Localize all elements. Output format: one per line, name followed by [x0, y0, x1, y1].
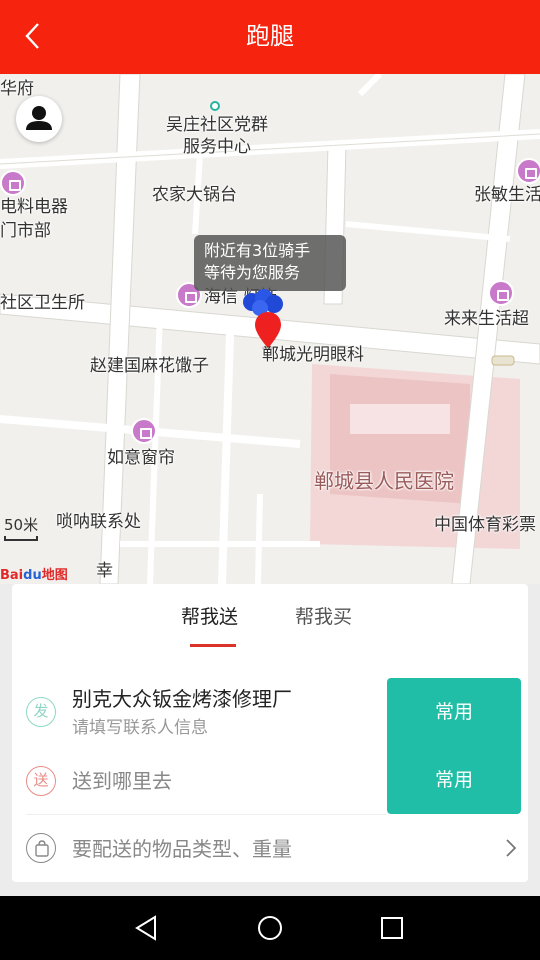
map-label-wuzhuang: 吴庄社区党群服务中心: [166, 115, 268, 157]
nav-home-icon[interactable]: [254, 912, 286, 944]
shop-poi-icon[interactable]: [488, 280, 514, 306]
tab-send-for-me[interactable]: 帮我送: [181, 604, 238, 630]
chevron-right-icon[interactable]: [504, 837, 518, 859]
map-label-dianliao: 电料电器: [0, 197, 68, 217]
goods-type-weight-input[interactable]: 要配送的物品类型、重量: [72, 836, 292, 862]
tooltip-line-1: 附近有3位骑手: [204, 241, 311, 260]
shop-poi-icon[interactable]: [131, 418, 157, 444]
active-tab-indicator: [190, 644, 236, 647]
page-title: 跑腿: [246, 22, 294, 50]
person-icon: [26, 106, 52, 130]
sender-badge-icon: 发: [26, 697, 56, 727]
nav-recents-icon[interactable]: [376, 912, 408, 944]
map-label-zhangmin: 张敏生活: [474, 185, 540, 205]
map-view[interactable]: 华府 吴庄社区党群服务中心 农家大锅台 张敏生活 电料电器 门市部 社区卫生所 …: [0, 74, 540, 584]
shop-poi-icon[interactable]: [516, 158, 540, 184]
shop-poi-icon[interactable]: [0, 170, 26, 196]
riders-tooltip: 附近有3位骑手 等待为您服务: [194, 235, 346, 291]
row-divider: [26, 814, 386, 815]
map-label-menshibu: 门市部: [0, 221, 51, 241]
bag-icon: [26, 833, 56, 863]
order-panel: 帮我送 帮我买 发 别克大众钣金烤漆修理厂 请填写联系人信息 常用 送 送到哪里…: [12, 584, 528, 882]
map-scale-label: 50米: [4, 516, 39, 534]
map-label-bottom-road: 幸: [96, 561, 113, 581]
sender-favorites-button[interactable]: 常用: [387, 678, 521, 746]
destination-input[interactable]: 送到哪里去: [72, 768, 172, 794]
map-label-nongjia: 农家大锅台: [152, 185, 237, 205]
baidu-logo-part-1: Bai: [0, 568, 24, 583]
baidu-paw-icon: du: [23, 568, 42, 583]
sender-name[interactable]: 别克大众钣金烤漆修理厂: [72, 686, 292, 712]
user-avatar-button[interactable]: [16, 96, 62, 142]
map-scale-bar: [4, 536, 38, 541]
sender-contact-hint[interactable]: 请填写联系人信息: [72, 717, 208, 739]
map-label-health: 社区卫生所: [0, 293, 85, 313]
system-nav-bar: [0, 896, 540, 960]
map-label-zhaojian: 赵建国麻花馓子: [90, 356, 209, 376]
map-label-laila: 来来生活超: [444, 309, 529, 329]
map-label-lottery: 中国体育彩票: [434, 515, 536, 535]
receiver-favorites-button[interactable]: 常用: [387, 746, 521, 814]
tooltip-line-2: 等待为您服务: [204, 263, 301, 282]
map-label-ruyi: 如意窗帘: [107, 448, 175, 468]
map-label-suona: 唢呐联系处: [56, 512, 141, 532]
receiver-badge-icon: 送: [26, 766, 56, 796]
nav-back-icon[interactable]: [131, 912, 163, 944]
baidu-logo-part-2: 地图: [41, 568, 68, 583]
app-header: 跑腿: [0, 0, 540, 74]
location-pin-icon: [255, 312, 281, 350]
tab-buy-for-me[interactable]: 帮我买: [295, 604, 352, 630]
poi-dot-icon: [210, 101, 220, 111]
baidu-map-logo: Baidu地图: [0, 564, 68, 583]
map-label-hospital: 郸城县人民医院: [314, 469, 454, 493]
